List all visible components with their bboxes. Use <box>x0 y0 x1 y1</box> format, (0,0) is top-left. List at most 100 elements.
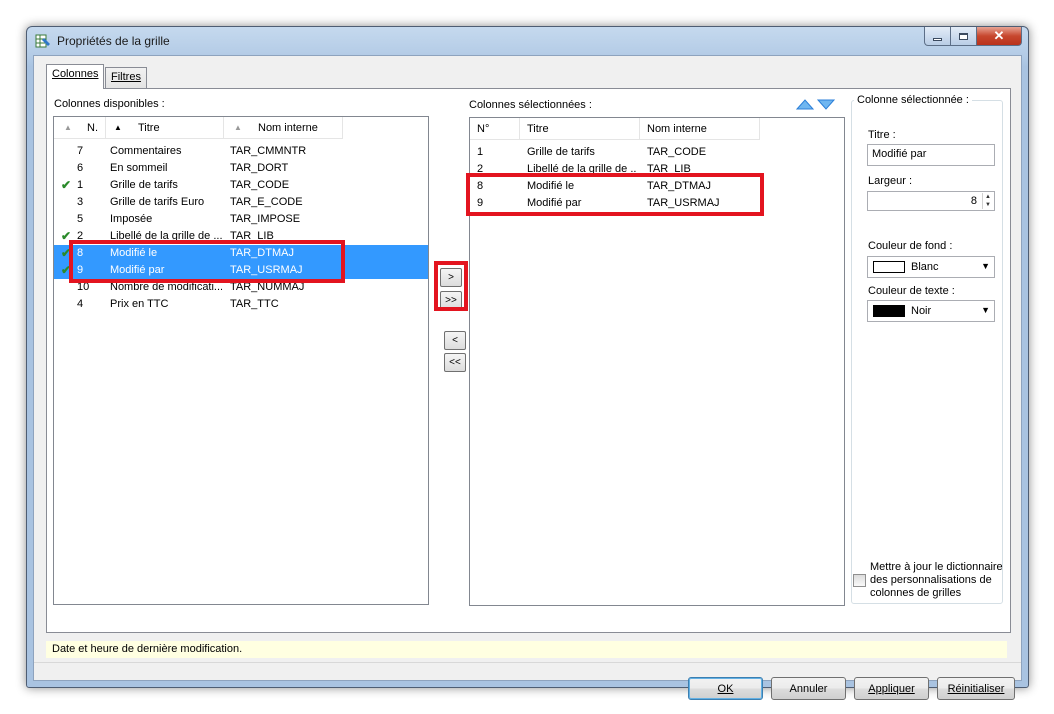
cell-n: 3 <box>77 196 84 208</box>
available-columns-label: Colonnes disponibles : <box>54 98 165 110</box>
minimize-button[interactable] <box>924 27 951 46</box>
cell-n: 5 <box>77 213 84 225</box>
cell-internal: TAR_CMMNTR <box>230 145 307 157</box>
cell-title: Grille de tarifs <box>110 179 178 191</box>
spin-down-icon[interactable]: ▼ <box>983 201 993 209</box>
close-button[interactable]: ✕ <box>977 27 1022 46</box>
close-icon: ✕ <box>993 28 1005 43</box>
dropdown-arrow-icon: ▼ <box>981 261 990 271</box>
text-color-label: Couleur de texte : <box>868 285 955 297</box>
bg-color-swatch <box>873 261 905 273</box>
update-dictionary-line3: colonnes de grilles <box>870 587 962 599</box>
cell-title: Commentaires <box>110 145 182 157</box>
button-separator <box>34 662 1021 663</box>
text-color-swatch <box>873 305 905 317</box>
remove-all-columns-button[interactable]: << <box>444 353 466 372</box>
sort-ascending-icon: ▲ <box>114 123 122 132</box>
colonnes-panel: Colonnes disponibles : ▲ N. ▲ Titre ▲ No… <box>46 88 1011 633</box>
list-item[interactable]: ✔ 1 Grille de tarifs TAR_CODE <box>54 177 428 194</box>
selected-header-internal-label: Nom interne <box>647 123 707 135</box>
grid-properties-icon <box>35 34 50 48</box>
bg-color-label: Couleur de fond : <box>868 240 953 252</box>
apply-button[interactable]: Appliquer <box>854 677 929 700</box>
text-color-select[interactable]: Noir ▼ <box>867 300 995 322</box>
highlight-available-rows <box>69 240 345 283</box>
tab-colonnes[interactable]: Colonnes <box>46 64 105 89</box>
list-item[interactable]: 5 Imposée TAR_IMPOSE <box>54 211 428 228</box>
maximize-button[interactable] <box>951 27 977 46</box>
bg-color-select[interactable]: Blanc ▼ <box>867 256 995 278</box>
cell-title: En sommeil <box>110 162 168 174</box>
available-columns-list[interactable]: ▲ N. ▲ Titre ▲ Nom interne 7 Commentaires… <box>53 116 429 605</box>
selected-header-n[interactable]: N° <box>470 118 520 140</box>
list-item[interactable]: 4 Prix en TTC TAR_TTC <box>54 296 428 313</box>
cell-title: Grille de tarifs Euro <box>110 196 205 208</box>
maximize-icon <box>959 32 968 40</box>
cancel-button-label: Annuler <box>789 682 828 695</box>
remove-column-button[interactable]: < <box>444 331 466 350</box>
checkmark-icon: ✔ <box>61 178 72 192</box>
reset-button-label: Réinitialiser <box>947 682 1005 695</box>
header-title-label: Titre <box>138 122 160 134</box>
cell-title: Grille de tarifs <box>527 146 595 158</box>
width-spin-buttons[interactable]: ▲ ▼ <box>982 193 993 209</box>
ok-button[interactable]: OK <box>688 677 763 700</box>
title-field[interactable]: Modifié par <box>867 144 995 166</box>
tab-filtres[interactable]: Filtres <box>105 67 147 89</box>
cell-internal: TAR_TTC <box>230 298 279 310</box>
cell-n: 1 <box>477 146 484 158</box>
move-up-icon[interactable] <box>796 99 815 110</box>
selected-columns-label: Colonnes sélectionnées : <box>469 99 592 111</box>
tab-filtres-label: Filtres <box>111 71 141 83</box>
highlight-add-buttons <box>434 261 468 311</box>
dialog-body: Colonnes Filtres Colonnes disponibles : … <box>33 55 1022 700</box>
selected-column-group-title: Colonne sélectionnée : <box>854 94 972 106</box>
cell-n: 6 <box>77 162 84 174</box>
reset-button[interactable]: Réinitialiser <box>937 677 1015 700</box>
cell-title: Imposée <box>110 213 153 225</box>
text-color-value: Noir <box>911 305 932 317</box>
selected-header-n-label: N° <box>477 123 490 135</box>
ok-button-label: OK <box>717 682 734 695</box>
cell-n: 4 <box>77 298 84 310</box>
properties-dialog: Propriétés de la grille ✕ Colonnes Filtr… <box>26 26 1029 700</box>
sort-arrow-icon: ▲ <box>64 123 72 132</box>
update-dictionary-line1: Mettre à jour le dictionnaire <box>870 561 1003 573</box>
list-item[interactable]: 1 Grille de tarifs TAR_CODE <box>470 144 844 161</box>
update-dictionary-label[interactable]: Mettre à jour le dictionnaire des person… <box>870 561 1003 600</box>
selected-header-title[interactable]: Titre <box>520 118 640 140</box>
list-item[interactable]: 6 En sommeil TAR_DORT <box>54 160 428 177</box>
move-arrows <box>796 99 836 110</box>
sort-arrow-icon: ▲ <box>234 123 242 132</box>
move-down-icon[interactable] <box>816 99 836 110</box>
width-field-label: Largeur : <box>868 175 913 187</box>
description-bar: Date et heure de dernière modification. <box>46 641 1007 658</box>
cell-internal: TAR_DORT <box>230 162 289 174</box>
title-field-label: Titre : <box>868 129 896 141</box>
apply-button-label: Appliquer <box>868 682 915 695</box>
column-header-title[interactable]: ▲ Titre <box>106 117 224 139</box>
window-title: Propriétés de la grille <box>57 34 170 48</box>
cell-title: Prix en TTC <box>110 298 169 310</box>
tab-colonnes-label: Colonnes <box>52 68 99 80</box>
highlight-selected-rows <box>466 173 764 216</box>
spin-up-icon[interactable]: ▲ <box>983 193 993 201</box>
list-item[interactable]: 7 Commentaires TAR_CMMNTR <box>54 143 428 160</box>
header-internal-label: Nom interne <box>258 122 318 134</box>
cell-n: 1 <box>77 179 84 191</box>
cell-internal: TAR_IMPOSE <box>230 213 301 225</box>
cancel-button[interactable]: Annuler <box>771 677 846 700</box>
update-dictionary-checkbox[interactable] <box>853 574 866 587</box>
selected-header-internal[interactable]: Nom interne <box>640 118 760 140</box>
title-bar[interactable]: Propriétés de la grille ✕ <box>27 27 1028 55</box>
cell-internal: TAR_CODE <box>647 146 707 158</box>
bg-color-value: Blanc <box>911 261 939 273</box>
selected-header-title-label: Titre <box>527 123 549 135</box>
update-dictionary-line2: des personnalisations de <box>870 574 992 586</box>
cell-internal: TAR_E_CODE <box>230 196 303 208</box>
cell-internal: TAR_CODE <box>230 179 290 191</box>
column-header-n[interactable]: ▲ N. <box>54 117 106 139</box>
list-item[interactable]: 3 Grille de tarifs Euro TAR_E_CODE <box>54 194 428 211</box>
column-header-internal[interactable]: ▲ Nom interne <box>224 117 343 139</box>
width-stepper[interactable]: 8 ▲ ▼ <box>867 191 995 211</box>
